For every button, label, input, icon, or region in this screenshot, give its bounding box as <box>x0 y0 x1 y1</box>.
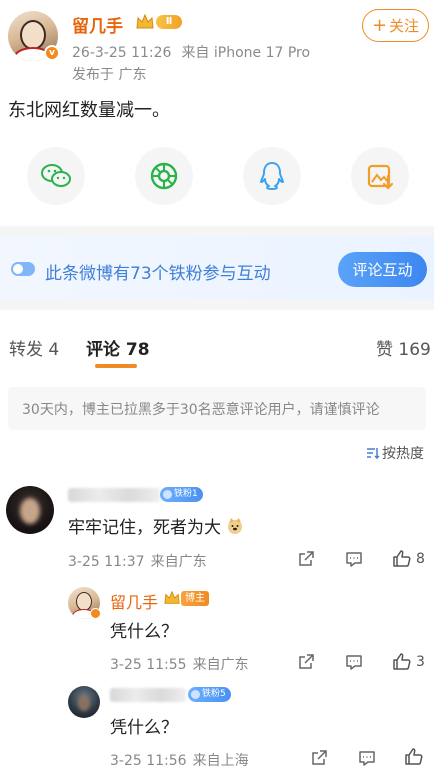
save-image-icon <box>367 164 394 190</box>
thumbs-up-icon <box>405 748 423 765</box>
qq-icon <box>260 162 284 190</box>
like-count: 3 <box>416 653 425 670</box>
reply-text: 凭什么？ <box>110 622 178 642</box>
reply-meta: 3-25 11:56 来自上海 <box>110 753 249 769</box>
share-icon[interactable] <box>297 550 315 568</box>
plus-icon: + <box>371 15 388 36</box>
reply-commenter-name-blurred[interactable] <box>110 688 186 702</box>
author-name[interactable]: 留几手 <box>72 12 123 37</box>
commenter-name-blurred[interactable] <box>68 488 160 502</box>
comment-icon[interactable] <box>345 551 363 568</box>
sort-button[interactable]: 按热度 <box>366 443 424 463</box>
reply-author-name[interactable]: 留几手 <box>110 589 158 613</box>
wechat-icon <box>41 164 71 187</box>
post-device: 来自 iPhone 17 Pro <box>181 45 311 61</box>
post-meta: 26-3-25 11:26 来自 iPhone 17 Pro <box>72 42 310 62</box>
comment-icon[interactable] <box>358 750 376 767</box>
save-image-button[interactable] <box>351 147 409 205</box>
comment-notice: 30天内，博主已拉黑多于30名恶意评论用户，请谨慎评论 <box>8 387 426 430</box>
host-badge: 博主 <box>181 591 209 606</box>
like-button[interactable] <box>404 747 428 766</box>
reply-text: 凭什么？ <box>110 718 178 738</box>
level-badge: Ⅱ <box>156 15 182 29</box>
post-location: 发布于 广东 <box>72 67 147 83</box>
tab-comments[interactable]: 评论 78 <box>86 335 150 360</box>
sort-label: 按热度 <box>382 446 424 462</box>
share-moments-button[interactable] <box>135 147 193 205</box>
active-tab-indicator <box>95 364 137 368</box>
follow-label: 关注 <box>389 17 420 35</box>
comment-icon[interactable] <box>345 654 363 671</box>
tab-likes[interactable]: 赞 169 <box>376 335 431 360</box>
share-qq-button[interactable] <box>243 147 301 205</box>
comment-text: 牢牢记住，死者为大 <box>68 513 244 538</box>
comment-meta: 3-25 11:37 来自广东 <box>68 554 207 570</box>
fan-badge: 铁粉1 <box>160 487 203 502</box>
reply-commenter-avatar[interactable] <box>68 686 100 718</box>
verified-badge: v <box>44 45 60 61</box>
moments-icon <box>150 162 178 190</box>
thumbs-up-icon <box>393 653 411 670</box>
crown-icon <box>164 590 180 604</box>
sort-icon <box>367 448 380 460</box>
like-button[interactable]: 3 <box>392 652 425 671</box>
thumbs-up-icon <box>393 550 411 567</box>
reply-meta: 3-25 11:55 来自广东 <box>110 657 249 673</box>
post-text: 东北网红数量减一。 <box>8 100 170 121</box>
follow-button[interactable]: + 关注 <box>362 9 429 42</box>
fan-badge: 铁粉5 <box>188 687 231 702</box>
verified-badge <box>90 608 101 619</box>
commenter-avatar[interactable] <box>6 486 54 534</box>
like-button[interactable]: 8 <box>392 549 425 568</box>
share-icon[interactable] <box>310 749 328 767</box>
doge-emoji-icon <box>228 518 243 534</box>
section-divider <box>0 226 434 236</box>
share-icon[interactable] <box>297 653 315 671</box>
post-time: 26-3-25 11:26 <box>72 45 172 61</box>
toggle-icon <box>11 262 35 276</box>
fans-banner-text: 此条微博有73个铁粉参与互动 <box>45 264 271 284</box>
share-wechat-button[interactable] <box>27 147 85 205</box>
comment-interact-button[interactable]: 评论互动 <box>338 252 427 287</box>
section-divider <box>0 300 434 310</box>
tab-repost[interactable]: 转发 4 <box>9 335 59 360</box>
crown-icon <box>136 13 154 29</box>
like-count: 8 <box>416 550 425 567</box>
